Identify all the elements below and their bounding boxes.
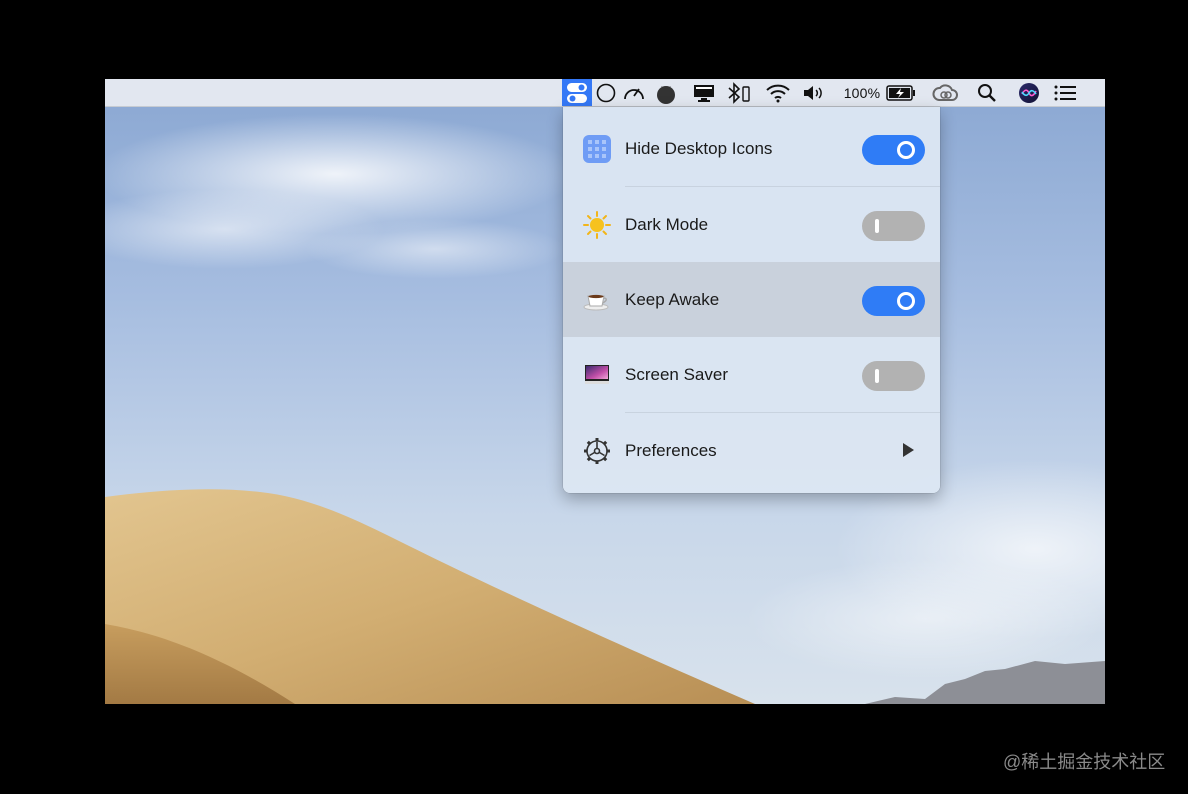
watermark: @稀土掘金技术社区: [1003, 752, 1166, 772]
menu-item-label: Dark Mode: [625, 215, 709, 234]
menu-item-preferences[interactable]: Preferences: [563, 413, 940, 488]
menu-item-label: Preferences: [625, 441, 717, 460]
dark-mode-toggle[interactable]: [862, 211, 925, 241]
screen: 100% Hide Desktop Icons Dark Mode Keep A…: [105, 79, 1105, 704]
menu-item-screen-saver[interactable]: Screen Saver: [563, 337, 940, 412]
grid-icon: [582, 134, 612, 164]
toggle-knob: [897, 141, 915, 159]
menu-item-label: Keep Awake: [625, 290, 720, 309]
monitor-icon: [582, 360, 612, 390]
display-icon[interactable]: [691, 79, 717, 106]
coffee-icon: [582, 285, 612, 315]
menu-item-hide-desktop-icons[interactable]: Hide Desktop Icons: [563, 111, 940, 186]
circle-icon[interactable]: [594, 79, 618, 106]
toggle-knob: [875, 219, 879, 233]
notification-center-icon[interactable]: [1052, 79, 1078, 106]
menu-item-keep-awake[interactable]: Keep Awake: [563, 262, 940, 337]
wifi-icon[interactable]: [764, 79, 792, 106]
one-switch-icon[interactable]: [562, 79, 592, 106]
sun-icon: [582, 210, 612, 240]
battery-icon[interactable]: [885, 79, 917, 106]
bluetooth-icon[interactable]: [726, 79, 752, 106]
hide-desktop-icons-toggle[interactable]: [862, 135, 925, 165]
menu-item-label: Hide Desktop Icons: [625, 139, 773, 158]
toggle-knob: [875, 369, 879, 383]
tomato-icon[interactable]: [653, 79, 679, 106]
keep-awake-toggle[interactable]: [862, 286, 925, 316]
siri-icon[interactable]: [1016, 79, 1042, 106]
submenu-arrow-icon: [903, 443, 914, 457]
battery-percentage[interactable]: 100%: [839, 79, 885, 106]
toggle-knob: [897, 292, 915, 310]
menu-item-label: Screen Saver: [625, 365, 728, 384]
volume-icon[interactable]: [801, 79, 825, 106]
menu-bar: 100%: [105, 79, 1105, 107]
spotlight-icon[interactable]: [975, 79, 999, 106]
speedometer-icon[interactable]: [621, 79, 647, 106]
screen-saver-toggle[interactable]: [862, 361, 925, 391]
gear-icon: [582, 436, 612, 466]
one-switch-menu: Hide Desktop Icons Dark Mode Keep Awake …: [563, 107, 940, 493]
creative-cloud-icon[interactable]: [931, 79, 959, 106]
menu-item-dark-mode[interactable]: Dark Mode: [563, 187, 940, 262]
